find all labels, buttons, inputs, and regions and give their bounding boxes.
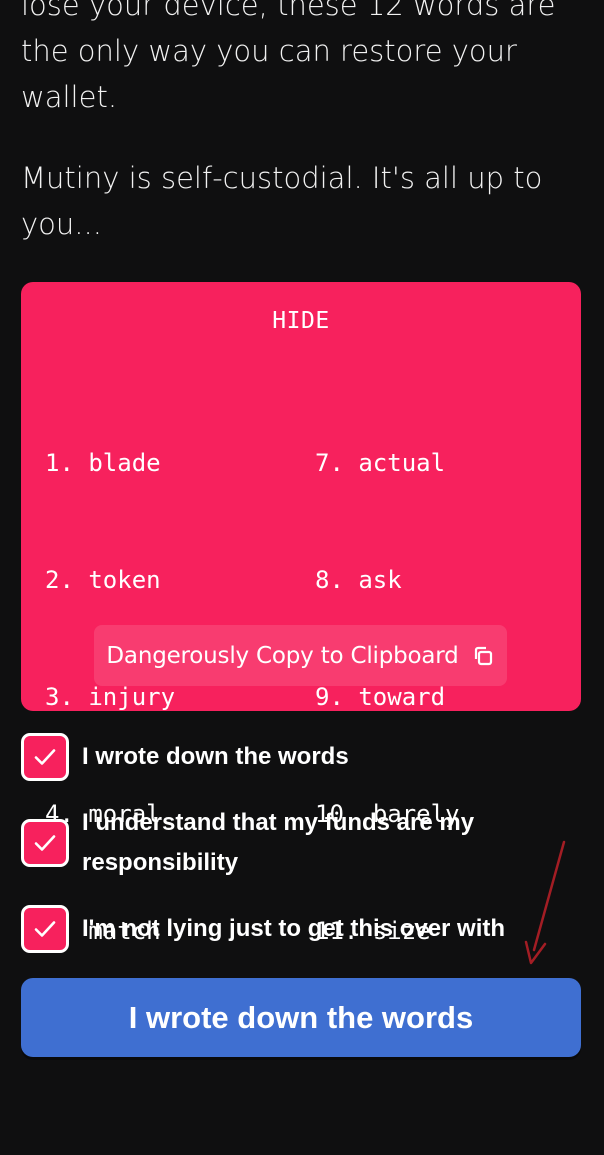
- not-lying-label: I'm not lying just to get this over with: [82, 915, 506, 942]
- seed-word: actual: [358, 449, 446, 477]
- not-lying-check-row[interactable]: I'm not lying just to get this over with: [21, 905, 542, 953]
- seed-word-row: 1. blade: [45, 444, 175, 483]
- seed-word: blade: [88, 449, 161, 477]
- self-custodial-paragraph: Mutiny is self-custodial. It's all up to…: [21, 161, 543, 241]
- seed-word: token: [88, 566, 161, 594]
- seed-word-number: 9.: [315, 683, 344, 711]
- seed-word-number: 7.: [315, 449, 344, 477]
- copy-to-clipboard-button[interactable]: Dangerously Copy to Clipboard: [94, 625, 507, 686]
- seed-words-card: HIDE 1. blade 2. token 3. injury 4. mora…: [21, 282, 581, 1062]
- seed-word-row: 8. ask: [315, 561, 460, 600]
- intro-paragraph: lose your device, these 12 words are the…: [21, 0, 556, 114]
- wrote-down-words-check-row[interactable]: I wrote down the words: [21, 733, 542, 781]
- understand-funds-label: I understand that my funds are my respon…: [82, 809, 475, 876]
- seed-word: ask: [358, 566, 402, 594]
- seed-word-row: 2. token: [45, 561, 175, 600]
- seed-word: injury: [88, 683, 176, 711]
- hide-words-toggle[interactable]: HIDE: [21, 308, 581, 334]
- wrote-down-words-checkbox[interactable]: [21, 733, 69, 781]
- wrote-down-words-label: I wrote down the words: [82, 743, 349, 770]
- seed-word: toward: [358, 683, 446, 711]
- copy-to-clipboard-label: Dangerously Copy to Clipboard: [106, 642, 459, 669]
- wrote-down-words-button[interactable]: I wrote down the words: [21, 978, 581, 1057]
- seed-word-number: 1.: [45, 449, 74, 477]
- understand-funds-checkbox[interactable]: [21, 819, 69, 867]
- understand-funds-check-row[interactable]: I understand that my funds are my respon…: [21, 803, 542, 883]
- not-lying-checkbox[interactable]: [21, 905, 69, 953]
- seed-word-number: 8.: [315, 566, 344, 594]
- seed-word-number: 3.: [45, 683, 74, 711]
- checkmark-icon: [34, 835, 56, 851]
- copy-icon: [471, 644, 495, 668]
- seed-word-row: 7. actual: [315, 444, 460, 483]
- checkmark-icon: [34, 749, 56, 765]
- checkmark-icon: [34, 921, 56, 937]
- seed-word-number: 2.: [45, 566, 74, 594]
